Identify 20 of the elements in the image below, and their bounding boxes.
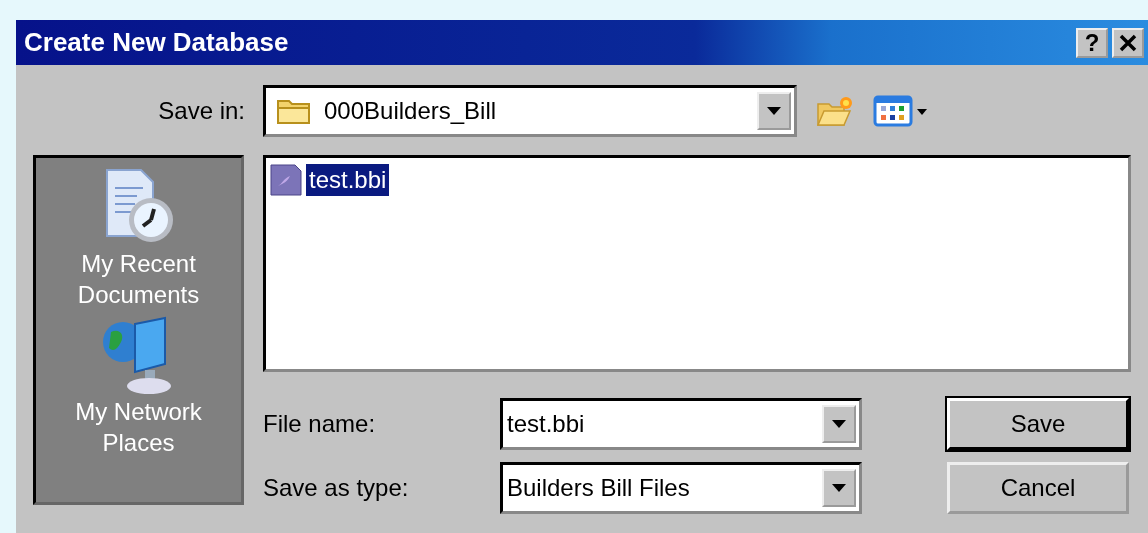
- save-as-type-dropdown[interactable]: Builders Bill Files: [500, 462, 862, 514]
- save-in-dropdown[interactable]: 000Builders_Bill: [263, 85, 797, 137]
- caret-icon: [767, 107, 781, 115]
- caret-icon: [832, 484, 846, 492]
- file-name-label: File name:: [263, 410, 377, 438]
- place-item[interactable]: My Network Places: [48, 314, 229, 458]
- close-button[interactable]: [1112, 27, 1144, 58]
- save-button[interactable]: Save: [947, 398, 1129, 450]
- window-title: Create New Database: [24, 27, 289, 58]
- place-item[interactable]: My Recent Documents: [48, 166, 229, 310]
- save-as-type-label: Save as type:: [263, 474, 410, 502]
- close-icon: [1118, 32, 1138, 53]
- caret-icon: [832, 420, 846, 428]
- help-button[interactable]: ?: [1076, 27, 1108, 58]
- file-icon: [270, 164, 302, 196]
- save-in-label: Save in:: [157, 97, 245, 125]
- view-menu-button[interactable]: [873, 94, 929, 128]
- cancel-button[interactable]: Cancel: [947, 462, 1129, 514]
- folder-icon: [276, 97, 312, 125]
- file-name-field[interactable]: test.bbi: [500, 398, 862, 450]
